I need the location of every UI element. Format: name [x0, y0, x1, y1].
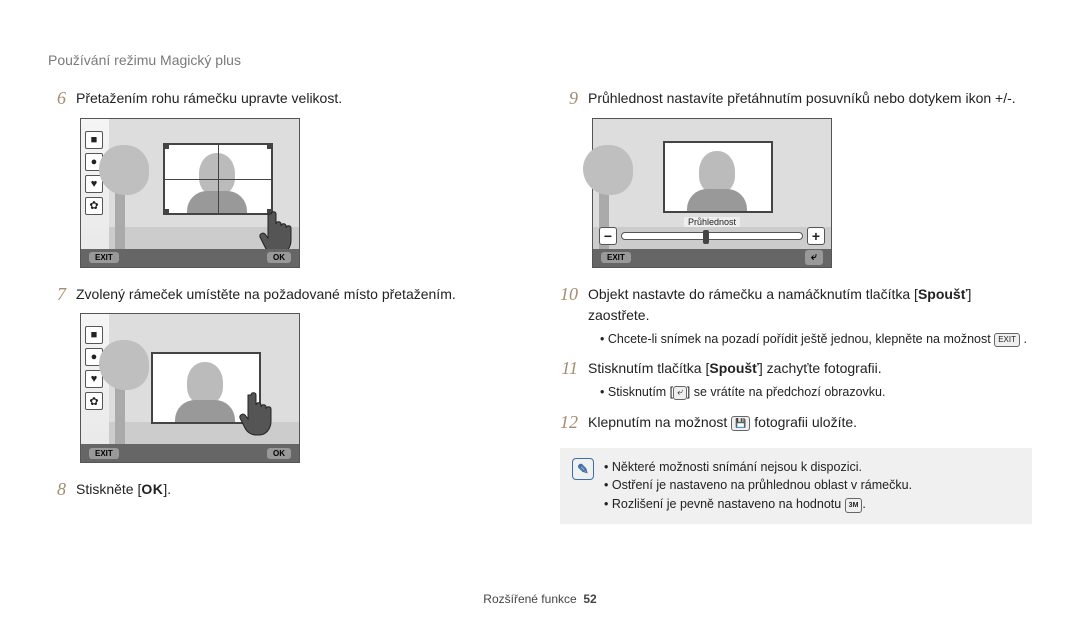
step-number: 7	[48, 284, 66, 306]
step-12: 12 Klepnutím na možnost fotografii uloží…	[560, 412, 1032, 434]
illustration-move-frame: ■ ● ♥ ✿ EXIT OK	[80, 313, 520, 463]
step-text: Průhlednost nastavíte přetáhnutím posuvn…	[588, 88, 1032, 110]
step-7: 7 Zvolený rámeček umístěte na požadované…	[48, 284, 520, 306]
step-10: 10 Objekt nastavte do rámečku a namáčknu…	[560, 284, 1032, 353]
step-6: 6 Přetažením rohu rámečku upravte veliko…	[48, 88, 520, 110]
step-number: 10	[560, 284, 578, 353]
step-number: 11	[560, 358, 578, 406]
note-item: Některé možnosti snímání nejsou k dispoz…	[604, 458, 912, 477]
step-note: Stisknutím [] se vrátíte na předchozí ob…	[600, 383, 1032, 402]
step-text: Přetažením rohu rámečku upravte velikost…	[76, 88, 520, 110]
size-icon	[845, 498, 863, 513]
back-icon	[673, 386, 687, 400]
step-text: Zvolený rámeček umístěte na požadované m…	[76, 284, 520, 306]
step-11: 11 Stisknutím tlačítka [Spoušť] zachyťte…	[560, 358, 1032, 406]
footer: Rozšířené funkce 52	[0, 592, 1080, 606]
step-text: Stiskněte [OK].	[76, 479, 520, 501]
step-note: Chcete-li snímek na pozadí pořídit ještě…	[600, 330, 1032, 349]
plus-button[interactable]: +	[807, 227, 825, 245]
step-number: 9	[560, 88, 578, 110]
exit-icon: EXIT	[994, 333, 1020, 347]
shape-square-icon[interactable]: ■	[85, 131, 103, 149]
note-item: Rozlišení je pevně nastaveno na hodnotu …	[604, 495, 912, 514]
step-text: Stisknutím tlačítka [Spoušť] zachyťte fo…	[588, 360, 882, 376]
note-item: Ostření je nastaveno na průhlednou oblas…	[604, 476, 912, 495]
illustration-resize-frame: ■ ● ♥ ✿	[80, 118, 520, 268]
shape-flower-icon[interactable]: ✿	[85, 392, 103, 410]
exit-button[interactable]: EXIT	[601, 252, 631, 263]
exit-button[interactable]: EXIT	[89, 448, 119, 459]
ok-button[interactable]: OK	[267, 448, 291, 459]
shape-square-icon[interactable]: ■	[85, 326, 103, 344]
exit-button[interactable]: EXIT	[89, 252, 119, 263]
step-number: 6	[48, 88, 66, 110]
illustration-transparency: 1 💾 3м − Průhlednost	[592, 118, 1032, 268]
step-text: Objekt nastavte do rámečku a namáčknutím…	[588, 286, 971, 323]
back-button[interactable]	[805, 250, 823, 265]
drag-hand-icon	[237, 385, 287, 440]
step-number: 8	[48, 479, 66, 501]
step-number: 12	[560, 412, 578, 434]
left-column: 6 Přetažením rohu rámečku upravte veliko…	[48, 88, 520, 524]
shape-flower-icon[interactable]: ✿	[85, 197, 103, 215]
transparency-slider[interactable]: Průhlednost	[621, 232, 803, 240]
slider-label: Průhlednost	[684, 217, 740, 227]
ok-key-icon: OK	[141, 481, 163, 497]
step-text: Klepnutím na možnost fotografii uložíte.	[588, 412, 1032, 434]
right-column: 9 Průhlednost nastavíte přetáhnutím posu…	[560, 88, 1032, 524]
step-9: 9 Průhlednost nastavíte přetáhnutím posu…	[560, 88, 1032, 110]
page-header: Používání režimu Magický plus	[48, 52, 241, 68]
note-icon: ✎	[572, 458, 594, 480]
ok-button[interactable]: OK	[267, 252, 291, 263]
save-icon	[731, 416, 750, 431]
photo-frame	[663, 141, 773, 213]
step-8: 8 Stiskněte [OK].	[48, 479, 520, 501]
note-box: ✎ Některé možnosti snímání nejsou k disp…	[560, 448, 1032, 524]
minus-button[interactable]: −	[599, 227, 617, 245]
